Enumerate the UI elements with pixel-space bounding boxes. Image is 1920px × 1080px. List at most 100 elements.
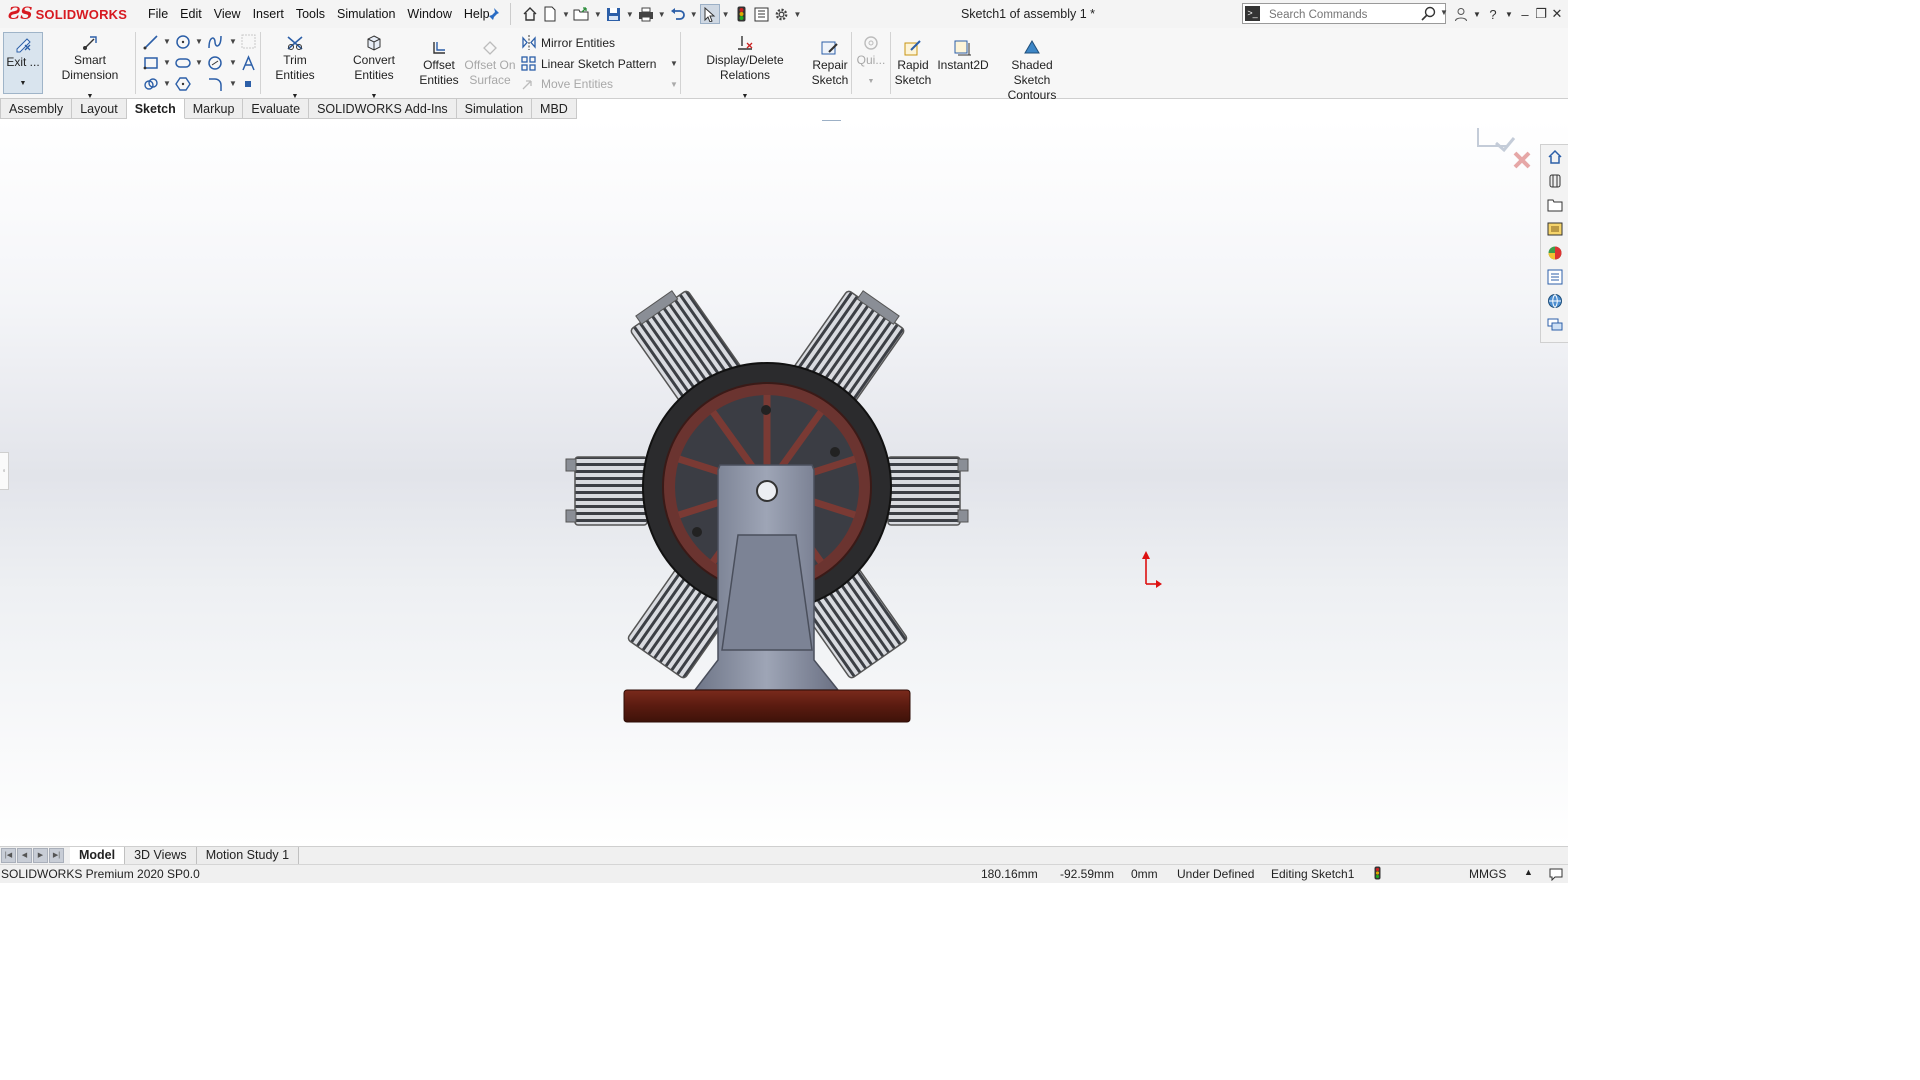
help-icon[interactable]: ? [1486, 7, 1500, 22]
solidworks-forum-tab[interactable] [1541, 289, 1568, 313]
new-dropdown-icon[interactable]: ▼ [562, 10, 570, 19]
tab-motion-study-1[interactable]: Motion Study 1 [196, 847, 300, 865]
line-icon[interactable] [143, 34, 159, 50]
linear-pattern-dropdown-icon[interactable]: ▼ [670, 59, 678, 68]
slot-icon[interactable] [175, 55, 191, 71]
fillet-icon[interactable] [143, 76, 159, 92]
mirror-entities-button[interactable]: Mirror Entities [521, 35, 615, 50]
print-button[interactable] [636, 4, 656, 24]
home-button[interactable] [520, 4, 540, 24]
tab-model[interactable]: Model [70, 847, 126, 865]
view-settings-button[interactable] [926, 120, 945, 121]
menu-file[interactable]: File [142, 7, 174, 21]
search-icon[interactable] [1421, 6, 1437, 22]
open-dropdown-icon[interactable]: ▼ [594, 10, 602, 19]
next-tab-icon[interactable]: ▶ [33, 848, 48, 863]
minimize-icon[interactable]: – [1518, 7, 1532, 22]
pin-menu-button[interactable] [486, 4, 500, 24]
solidworks-logo[interactable]: ƧS SOLIDWORKS [8, 3, 127, 25]
rebuild-status-icon[interactable] [1374, 866, 1381, 883]
sketch-fillet-icon[interactable] [207, 76, 223, 92]
custom-properties-tab[interactable] [1541, 265, 1568, 289]
apply-scene-button[interactable] [881, 120, 900, 121]
save-button[interactable] [604, 4, 624, 24]
search-commands-box[interactable]: >_ ▼ [1242, 3, 1448, 24]
open-button[interactable] [572, 4, 592, 24]
design-library-tab[interactable] [1541, 169, 1568, 193]
print-dropdown-icon[interactable]: ▼ [658, 10, 666, 19]
slot-dropdown-icon[interactable]: ▼ [195, 58, 203, 67]
quick-snaps-dropdown-icon[interactable]: ▼ [853, 74, 889, 89]
rapid-sketch-button[interactable]: Rapid Sketch [893, 40, 933, 88]
help-dropdown-icon[interactable]: ▼ [1502, 10, 1516, 19]
previous-view-button[interactable] [682, 120, 701, 121]
zoom-to-fit-button[interactable] [638, 120, 657, 121]
arc-dropdown-icon[interactable]: ▼ [229, 58, 237, 67]
offset-on-surface-button[interactable]: Offset On Surface [463, 40, 517, 88]
line-dropdown-icon[interactable]: ▼ [163, 37, 171, 46]
menu-simulation[interactable]: Simulation [331, 7, 401, 21]
tab-markup[interactable]: Markup [184, 98, 244, 119]
shaded-sketch-contours-button[interactable]: Shaded Sketch Contours [993, 40, 1071, 103]
spline-icon[interactable] [207, 34, 223, 50]
undo-button[interactable] [668, 4, 688, 24]
user-icon[interactable] [1454, 7, 1468, 22]
tab-addins[interactable]: SOLIDWORKS Add-Ins [309, 98, 457, 119]
search-dropdown-icon[interactable]: ▼ [1440, 8, 1448, 17]
menu-insert[interactable]: Insert [247, 7, 290, 21]
unit-system[interactable]: MMGS [1469, 867, 1506, 881]
first-tab-icon[interactable]: |◀ [1, 848, 16, 863]
graphics-area[interactable]: ▼ ▼ ▼ ▼ ▼ ◧ ◨ – ❐ ✕ ◦ [0, 120, 1568, 846]
section-view-button[interactable] [704, 120, 723, 121]
exit-sketch-button[interactable]: Exit ... ▼ [3, 32, 43, 94]
linear-sketch-pattern-button[interactable]: Linear Sketch Pattern [521, 56, 656, 71]
display-delete-relations-button[interactable]: Display/Delete Relations ▼ [684, 35, 806, 104]
select-button[interactable] [699, 4, 720, 24]
tab-layout[interactable]: Layout [72, 98, 127, 119]
file-explorer-tab[interactable] [1541, 193, 1568, 217]
restore-icon[interactable]: ❐ [1534, 6, 1548, 22]
spline-dropdown-icon[interactable]: ▼ [229, 37, 237, 46]
point-icon[interactable] [243, 79, 253, 89]
tab-evaluate[interactable]: Evaluate [243, 98, 310, 119]
view-palette-tab[interactable] [1541, 217, 1568, 241]
rectangle-icon[interactable] [143, 55, 159, 71]
hide-show-items-button[interactable] [821, 120, 841, 121]
repair-sketch-button[interactable]: Repair Sketch [810, 40, 850, 88]
file-properties-button[interactable] [752, 4, 772, 24]
menu-edit[interactable]: Edit [174, 7, 208, 21]
tab-mbd[interactable]: MBD [532, 98, 577, 119]
tab-simulation[interactable]: Simulation [456, 98, 533, 119]
appearances-tab[interactable] [1541, 241, 1568, 265]
circle-icon[interactable] [175, 34, 191, 50]
offset-entities-button[interactable]: Offset Entities [418, 40, 460, 88]
feedback-tab[interactable] [1541, 313, 1568, 337]
previous-tab-icon[interactable]: ◀ [17, 848, 32, 863]
instant2d-button[interactable]: Instant2D [936, 40, 990, 73]
tab-assembly[interactable]: Assembly [0, 98, 73, 119]
undo-dropdown-icon[interactable]: ▼ [690, 10, 698, 19]
dynamic-annotation-button[interactable] [726, 120, 745, 121]
unit-system-dropdown-icon[interactable]: ▲ [1524, 867, 1533, 877]
view-orientation-button[interactable] [748, 120, 767, 121]
close-icon[interactable]: ✕ [1550, 6, 1564, 22]
tab-3d-views[interactable]: 3D Views [125, 847, 197, 865]
smart-dimension-button[interactable]: Smart Dimension ▼ [46, 35, 134, 104]
save-dropdown-icon[interactable]: ▼ [626, 10, 634, 19]
quick-snaps-button[interactable]: Qui... ▼ [853, 35, 889, 89]
exit-dropdown-icon[interactable]: ▼ [4, 80, 42, 87]
tab-sketch[interactable]: Sketch [126, 98, 185, 119]
convert-entities-button[interactable]: Convert Entities ▼ [332, 35, 416, 104]
relations-dropdown-icon[interactable]: ▼ [684, 89, 806, 104]
options-button[interactable] [772, 4, 792, 24]
polygon-arc-icon[interactable] [207, 55, 223, 71]
trim-entities-button[interactable]: Trim Entities ▼ [263, 35, 327, 104]
display-style-button[interactable] [785, 120, 804, 121]
options-dropdown-icon[interactable]: ▼ [794, 10, 802, 19]
user-dropdown-icon[interactable]: ▼ [1470, 10, 1484, 19]
sketch-fillet-dropdown-icon[interactable]: ▼ [229, 79, 237, 88]
quick-tips-icon[interactable] [1549, 867, 1563, 884]
new-button[interactable] [540, 4, 560, 24]
edit-appearance-button[interactable] [859, 120, 878, 121]
search-input[interactable] [1267, 5, 1421, 24]
